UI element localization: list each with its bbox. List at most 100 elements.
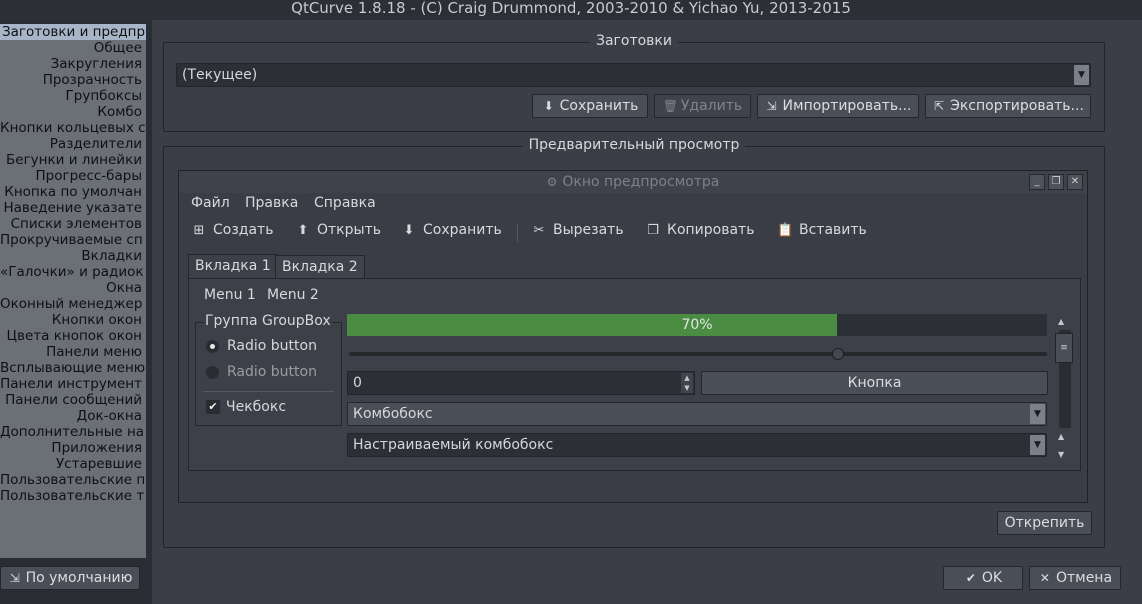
sidebar-item[interactable]: Окна xyxy=(0,280,146,296)
sidebar-item[interactable]: Разделители xyxy=(0,136,146,152)
delete-preset-button[interactable]: 🗑 Удалить xyxy=(654,94,751,118)
menu-edit[interactable]: Правка xyxy=(245,195,298,211)
sidebar-item[interactable]: Кнопки окон xyxy=(0,312,146,328)
preview-combobox[interactable]: Комбобокс ▼ xyxy=(347,402,1047,426)
tab-1-label: Вкладка 1 xyxy=(195,258,271,274)
check-icon: ✔ xyxy=(206,400,220,414)
sidebar-item[interactable]: Панели сообщений xyxy=(0,392,146,408)
sidebar-item[interactable]: Оконный менеджер xyxy=(0,296,146,312)
export-button[interactable]: ⇱ Экспортировать... xyxy=(925,94,1091,118)
checkbox[interactable]: ✔ Чекбокс xyxy=(206,399,286,415)
copy-icon: ❐ xyxy=(647,223,659,238)
sidebar-item[interactable]: Панели инструмент xyxy=(0,376,146,392)
slider-handle[interactable] xyxy=(831,348,844,360)
export-icon: ⇱ xyxy=(934,99,945,113)
spin-down-icon[interactable]: ▼ xyxy=(681,383,693,393)
tool-save-label: Сохранить xyxy=(423,222,502,238)
ok-label: OK xyxy=(981,570,1003,586)
sidebar-item[interactable]: Наведение указате xyxy=(0,200,146,216)
push-button-label: Кнопка xyxy=(847,375,902,391)
import-label: Импортировать... xyxy=(782,98,912,114)
sidebar-item[interactable]: Прогресс-бары xyxy=(0,168,146,184)
scroll-down-icon[interactable]: ▼ xyxy=(1058,450,1064,459)
sidebar-item[interactable]: Заготовки и предпр xyxy=(0,24,146,40)
preset-combobox-value: (Текущее) xyxy=(182,67,258,83)
menu-file[interactable]: Файл xyxy=(191,195,230,211)
restore-icon[interactable]: ❐ xyxy=(1048,174,1064,190)
save-preset-button[interactable]: ⬇ Сохранить xyxy=(532,94,648,118)
slider-track[interactable] xyxy=(349,352,1047,356)
sidebar-item[interactable]: Прокручиваемые сп xyxy=(0,232,146,248)
radio-1-label: Radio button xyxy=(227,338,317,354)
sidebar-item[interactable]: Пользовательские п xyxy=(0,472,146,488)
sidebar-item[interactable]: Всплывающие меню xyxy=(0,360,146,376)
tab-2[interactable]: Вкладка 2 xyxy=(275,255,365,279)
sidebar-item[interactable]: Общее xyxy=(0,40,146,56)
radio-button-2[interactable]: Radio button xyxy=(206,364,317,380)
save-preset-label: Сохранить xyxy=(559,98,639,114)
chevron-down-icon: ▼ xyxy=(1074,65,1089,85)
scroll-down-up-icon[interactable]: ▲ xyxy=(1058,432,1064,441)
close-icon[interactable]: ✕ xyxy=(1067,174,1083,190)
new-document-icon: ⊞ xyxy=(193,223,205,238)
radio-button-1[interactable]: Radio button xyxy=(206,338,317,354)
groupbox-title: Группа GroupBox xyxy=(204,313,332,329)
sidebar-item[interactable]: Бегунки и линейки xyxy=(0,152,146,168)
tool-save[interactable]: ⬇ Сохранить xyxy=(401,222,502,238)
sidebar-item[interactable]: Кнопки кольцевых с xyxy=(0,120,146,136)
sidebar-item[interactable]: Прозрачность xyxy=(0,72,146,88)
delete-preset-label: Удалить xyxy=(680,98,743,114)
ok-button[interactable]: ✔ OK xyxy=(943,566,1023,590)
sidebar-item[interactable]: Закругления xyxy=(0,56,146,72)
sidebar-item[interactable]: Дополнительные на xyxy=(0,424,146,440)
tool-copy[interactable]: ❐ Копировать xyxy=(645,222,754,238)
import-button[interactable]: ⇲ Импортировать... xyxy=(757,94,919,118)
groupbox-divider xyxy=(203,391,334,392)
toolbar-separator xyxy=(517,224,518,242)
cancel-button[interactable]: ✕ Отмена xyxy=(1029,566,1121,590)
radio-2-label: Radio button xyxy=(227,364,317,380)
sidebar-item[interactable]: Групбоксы xyxy=(0,88,146,104)
sidebar-item[interactable]: Кнопка по умолчан xyxy=(0,184,146,200)
defaults-label: По умолчанию xyxy=(25,570,133,586)
window-title: QtCurve 1.8.18 - (C) Craig Drummond, 200… xyxy=(291,0,851,17)
check-icon: ✔ xyxy=(965,571,976,585)
inner-menu-2[interactable]: Menu 2 xyxy=(267,287,319,303)
cancel-label: Отмена xyxy=(1055,570,1113,586)
sidebar-item[interactable]: Списки элементов xyxy=(0,216,146,232)
spin-up-icon[interactable]: ▲ xyxy=(681,373,693,383)
editable-combobox[interactable]: Настраиваемый комбобокс ▼ xyxy=(347,433,1047,457)
sidebar-item[interactable]: Приложения xyxy=(0,440,146,456)
category-list[interactable]: Заготовки и предпр Общее Закругления Прозра… xyxy=(0,24,146,558)
spin-box[interactable]: 0 ▲ ▼ xyxy=(347,371,695,395)
tool-create[interactable]: ⊞ Создать xyxy=(191,222,274,238)
tab-1[interactable]: Вкладка 1 xyxy=(188,254,278,278)
preset-combobox[interactable]: (Текущее) ▼ xyxy=(176,63,1091,87)
inner-menu-1[interactable]: Menu 1 xyxy=(204,287,256,303)
radio-indicator xyxy=(206,339,219,353)
sidebar-item[interactable]: Вкладки xyxy=(0,248,146,264)
tool-paste[interactable]: 📋 Вставить xyxy=(777,222,867,238)
push-button[interactable]: Кнопка xyxy=(701,371,1048,395)
tool-cut[interactable]: ✂ Вырезать xyxy=(531,222,624,238)
tool-open[interactable]: ⬆ Открыть xyxy=(295,222,381,238)
sidebar-item[interactable]: «Галочки» и радиок xyxy=(0,264,146,280)
reset-icon: ⇲ xyxy=(9,571,20,585)
presets-group: Заготовки xyxy=(163,33,1105,132)
presets-group-title: Заготовки xyxy=(589,33,678,49)
minimize-icon[interactable]: _ xyxy=(1029,174,1045,190)
export-label: Экспортировать... xyxy=(950,98,1084,114)
sidebar-item[interactable]: Док-окна xyxy=(0,408,146,424)
detach-button[interactable]: Открепить xyxy=(997,511,1092,535)
scroll-up-icon[interactable]: ▲ xyxy=(1058,317,1064,326)
sidebar-item[interactable]: Пользовательские т xyxy=(0,488,146,504)
vertical-scrollbar-handle[interactable]: ≡ xyxy=(1055,333,1073,363)
download-icon: ⬇ xyxy=(403,223,415,238)
sidebar-item[interactable]: Панели меню xyxy=(0,344,146,360)
defaults-button[interactable]: ⇲ По умолчанию xyxy=(0,566,140,590)
sidebar-item[interactable]: Устаревшие xyxy=(0,456,146,472)
menu-help[interactable]: Справка xyxy=(314,195,376,211)
download-icon: ⬇ xyxy=(543,99,554,113)
sidebar-item[interactable]: Цвета кнопок окон xyxy=(0,328,146,344)
sidebar-item[interactable]: Комбо xyxy=(0,104,146,120)
